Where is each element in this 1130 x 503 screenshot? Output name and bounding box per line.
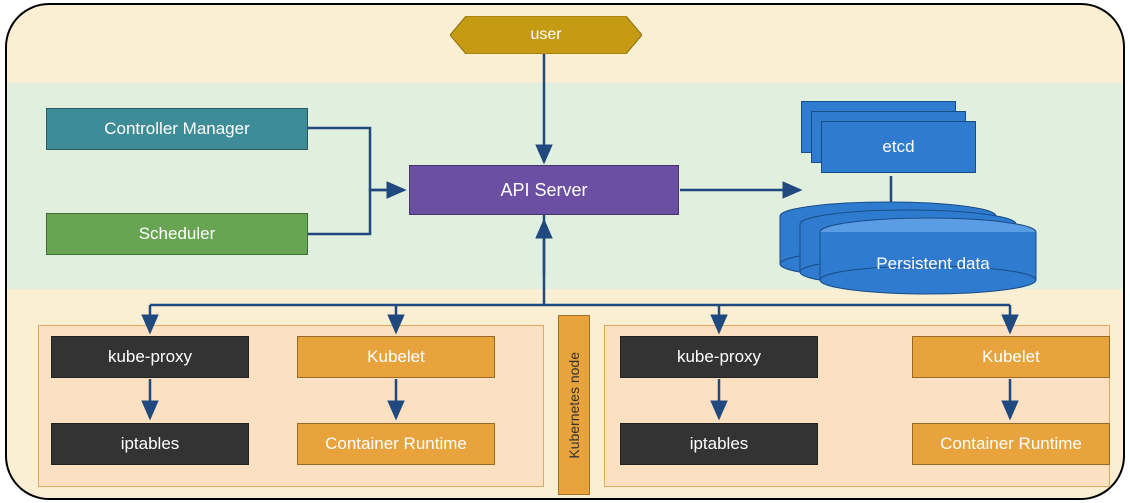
diagram-outer: Kubernetes node: [7, 5, 1123, 498]
persistent-data-cylinders: Persistent data: [773, 198, 1033, 293]
etcd-box: etcd: [821, 121, 976, 173]
controller-manager-box: Controller Manager: [46, 108, 308, 150]
iptables-box-2: iptables: [620, 423, 818, 465]
kubelet-box-1: Kubelet: [297, 336, 495, 378]
persistent-data-label: Persistent data: [833, 254, 1033, 274]
user-node: user: [450, 16, 642, 54]
api-server-box: API Server: [409, 165, 679, 215]
etcd-stack: etcd: [801, 101, 976, 176]
canvas: Kubernetes node: [5, 3, 1125, 500]
scheduler-box: Scheduler: [46, 213, 308, 255]
kubelet-box-2: Kubelet: [912, 336, 1110, 378]
iptables-box-1: iptables: [51, 423, 249, 465]
container-runtime-box-2: Container Runtime: [912, 423, 1110, 465]
kube-proxy-box-1: kube-proxy: [51, 336, 249, 378]
kube-proxy-box-2: kube-proxy: [620, 336, 818, 378]
container-runtime-box-1: Container Runtime: [297, 423, 495, 465]
user-label: user: [530, 26, 561, 44]
